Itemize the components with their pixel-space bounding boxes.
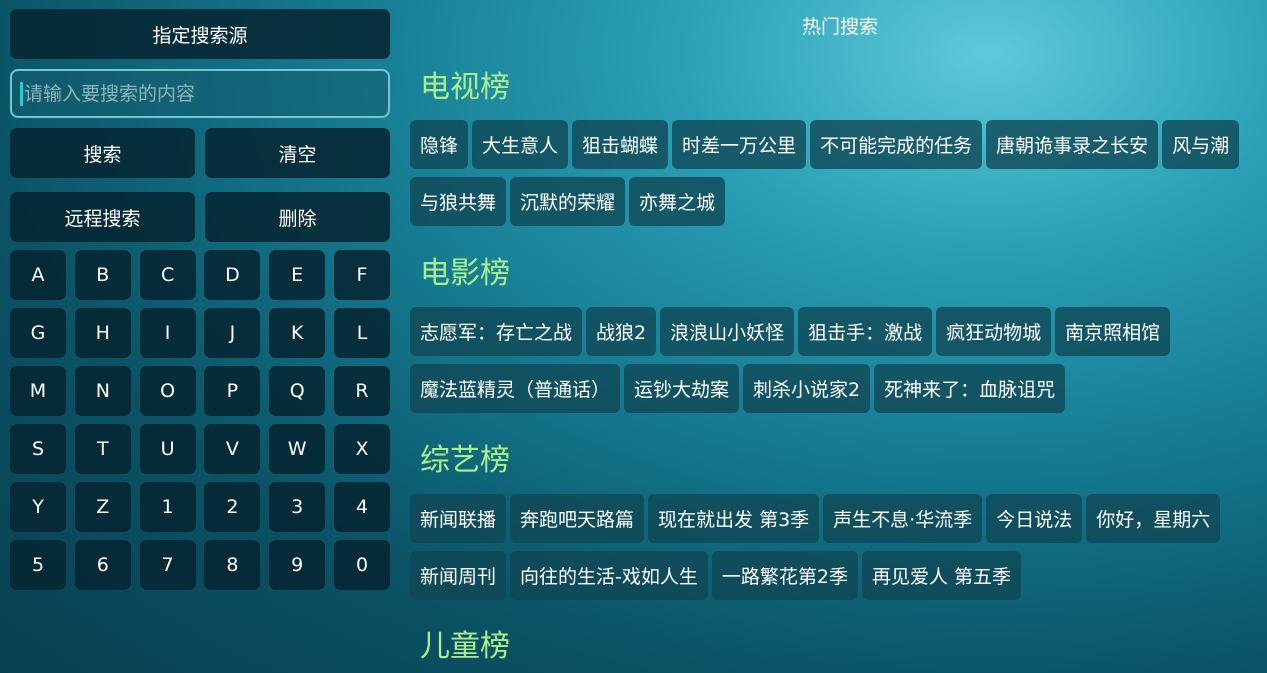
key-2[interactable]: 2: [204, 482, 261, 532]
hot-item-chip[interactable]: 新闻联播: [410, 494, 507, 543]
hot-item-chip[interactable]: 大生意人: [472, 120, 569, 169]
hot-item-chip[interactable]: 再见爱人 第五季: [861, 551, 1022, 600]
hot-item-chip[interactable]: 奔跑吧天路篇: [510, 494, 645, 543]
search-button[interactable]: 搜索: [10, 128, 195, 178]
remote-search-button[interactable]: 远程搜索: [10, 192, 195, 242]
key-d[interactable]: D: [204, 250, 261, 300]
key-b[interactable]: B: [74, 250, 131, 300]
movie-chip-list: 志愿军：存亡之战 战狼2 浪浪山小妖怪 狙击手：激战 疯狂动物城 南京照相馆魔法蓝精灵（普…: [410, 307, 1260, 413]
key-i[interactable]: I: [139, 308, 196, 358]
hot-item-chip[interactable]: 风与潮: [1162, 120, 1240, 169]
key-7[interactable]: 7: [139, 540, 196, 590]
key-s[interactable]: S: [10, 424, 66, 474]
key-f[interactable]: F: [333, 250, 390, 300]
hot-item-chip[interactable]: 南京照相馆: [1055, 307, 1171, 356]
section-title-kids: 儿童榜: [420, 629, 510, 664]
key-x[interactable]: X: [333, 424, 390, 474]
hot-item-chip[interactable]: 唐朝诡事录之长安: [986, 120, 1159, 169]
key-h[interactable]: H: [74, 308, 131, 358]
key-a[interactable]: A: [10, 250, 66, 300]
hot-item-chip[interactable]: 声生不息·华流季: [823, 494, 983, 543]
tv-chip-list: 隐锋 大生意人 狙击蝴蝶 时差一万公里 不可能完成的任务 唐朝诡事录之长安 风与潮与狼共舞沉…: [410, 120, 1260, 226]
hot-item-chip[interactable]: 刺杀小说家2: [743, 364, 871, 413]
hot-item-chip[interactable]: 不可能完成的任务: [810, 120, 983, 169]
key-0[interactable]: 0: [333, 540, 390, 590]
key-v[interactable]: V: [204, 424, 261, 474]
search-field[interactable]: [10, 69, 390, 118]
key-e[interactable]: E: [269, 250, 326, 300]
key-g[interactable]: G: [10, 308, 66, 358]
key-z[interactable]: Z: [74, 482, 131, 532]
hot-item-chip[interactable]: 隐锋: [410, 120, 469, 169]
hot-item-chip[interactable]: 与狼共舞: [410, 177, 507, 226]
hot-item-chip[interactable]: 今日说法: [986, 494, 1083, 543]
clear-button[interactable]: 清空: [205, 128, 390, 178]
search-input[interactable]: [24, 82, 354, 105]
key-3[interactable]: 3: [269, 482, 326, 532]
key-9[interactable]: 9: [269, 540, 326, 590]
key-8[interactable]: 8: [204, 540, 261, 590]
search-panel: 指定搜索源 搜索 清空 远程搜索 删除 ABCDEF GHIJKL MNOPQR ST…: [10, 9, 390, 590]
hot-item-chip[interactable]: 一路繁花第2季: [711, 551, 858, 600]
key-r[interactable]: R: [333, 366, 390, 416]
variety-chip-list: 新闻联播 奔跑吧天路篇 现在就出发 第3季 声生不息·华流季 今日说法 你好，星期六新闻周…: [410, 494, 1260, 600]
key-1[interactable]: 1: [139, 482, 196, 532]
key-w[interactable]: W: [269, 424, 326, 474]
hot-item-chip[interactable]: 浪浪山小妖怪: [660, 307, 795, 356]
key-n[interactable]: N: [74, 366, 131, 416]
key-j[interactable]: J: [204, 308, 261, 358]
key-l[interactable]: L: [333, 308, 390, 358]
key-6[interactable]: 6: [74, 540, 131, 590]
key-u[interactable]: U: [139, 424, 196, 474]
section-title-tv: 电视榜: [420, 70, 510, 105]
hot-item-chip[interactable]: 新闻周刊: [410, 551, 507, 600]
hot-item-chip[interactable]: 狙击蝴蝶: [572, 120, 669, 169]
hot-item-chip[interactable]: 魔法蓝精灵（普通话）: [410, 364, 621, 413]
section-title-variety: 综艺榜: [420, 443, 510, 478]
hot-search-title: 热门搜索: [801, 16, 878, 38]
key-q[interactable]: Q: [269, 366, 326, 416]
key-o[interactable]: O: [139, 366, 196, 416]
hot-item-chip[interactable]: 向往的生活-戏如人生: [510, 551, 708, 600]
key-p[interactable]: P: [204, 366, 261, 416]
hot-item-chip[interactable]: 时差一万公里: [672, 120, 807, 169]
hot-item-chip[interactable]: 亦舞之城: [629, 177, 726, 226]
text-cursor: [20, 81, 23, 106]
key-4[interactable]: 4: [333, 482, 390, 532]
hot-item-chip[interactable]: 你好，星期六: [1086, 494, 1221, 543]
hot-item-chip[interactable]: 战狼2: [586, 307, 657, 356]
hot-item-chip[interactable]: 运钞大劫案: [624, 364, 740, 413]
key-y[interactable]: Y: [10, 482, 66, 532]
key-t[interactable]: T: [74, 424, 131, 474]
hot-item-chip[interactable]: 现在就出发 第3季: [648, 494, 820, 543]
hot-item-chip[interactable]: 狙击手：激战: [798, 307, 933, 356]
section-title-movie: 电影榜: [420, 256, 510, 291]
hot-item-chip[interactable]: 死神来了：血脉诅咒: [874, 364, 1066, 413]
hot-item-chip[interactable]: 志愿军：存亡之战: [410, 307, 583, 356]
key-m[interactable]: M: [10, 366, 66, 416]
keyboard-grid: ABCDEF GHIJKL MNOPQR STUVWX YZ1234 567890: [10, 250, 390, 590]
hot-item-chip[interactable]: 沉默的荣耀: [510, 177, 626, 226]
delete-button[interactable]: 删除: [205, 192, 390, 242]
key-5[interactable]: 5: [10, 540, 66, 590]
hot-item-chip[interactable]: 疯狂动物城: [936, 307, 1052, 356]
specify-source-button[interactable]: 指定搜索源: [10, 9, 390, 59]
key-k[interactable]: K: [269, 308, 326, 358]
key-c[interactable]: C: [139, 250, 196, 300]
